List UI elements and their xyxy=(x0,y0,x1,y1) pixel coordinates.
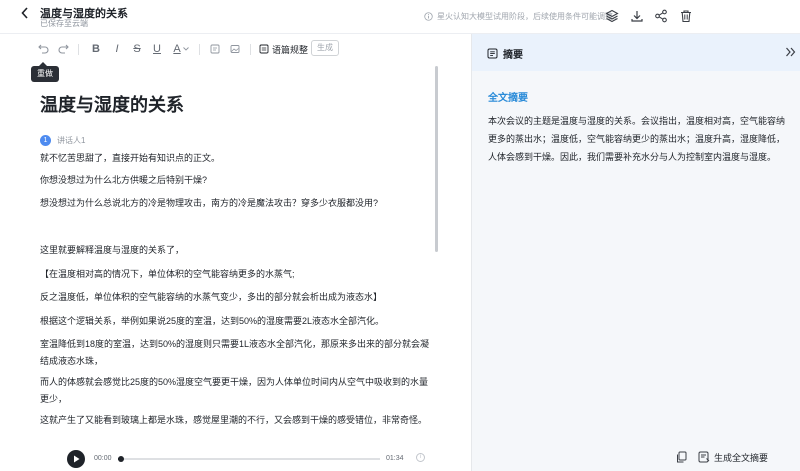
image-button[interactable] xyxy=(227,41,243,57)
transcript-paragraph: 就不忆苦思甜了，直接开始有知识点的正文。 xyxy=(40,153,221,163)
comment-icon xyxy=(210,44,220,54)
generate-summary-label: 生成全文摘要 xyxy=(714,452,769,463)
summary-panel-header: 摘要 xyxy=(472,34,800,71)
editor-scrollbar[interactable] xyxy=(435,66,438,441)
share-button[interactable] xyxy=(653,8,669,24)
redo-button[interactable] xyxy=(55,41,71,57)
info-icon[interactable]: i xyxy=(416,453,425,462)
trial-notice-text: 星火认知大模型试用阶段，后续使用条件可能调整。 xyxy=(437,12,621,21)
save-status: 已保存至云端 xyxy=(40,19,88,28)
editor-scrollbar-thumb[interactable] xyxy=(435,66,438,252)
layers-icon xyxy=(605,9,619,23)
strikethrough-icon: S xyxy=(133,43,141,55)
transcript-paragraph: 想没想过为什么总说北方的冷是物理攻击，南方的冷是魔法攻击？穿多少衣服都没用? xyxy=(40,198,379,208)
transcript-paragraph: 根据这个逻辑关系，举例如果说25度的室温，达到50%的湿度需要2L液态水全部汽化… xyxy=(40,316,385,326)
transcript-editor[interactable]: 温度与湿度的关系 1 讲话人1 就不忆苦思甜了，直接开始有知识点的正文。 你想没… xyxy=(0,64,471,441)
download-button[interactable] xyxy=(629,8,645,24)
trash-icon xyxy=(681,10,691,23)
app-header: 温度与湿度的关系 已保存至云端 星火认知大模型试用阶段，后续使用条件可能调整。 xyxy=(0,0,800,34)
discourse-format-label: 语篇规整 xyxy=(272,44,309,55)
current-time: 00:00 xyxy=(94,455,112,462)
copy-summary-button[interactable] xyxy=(674,450,688,464)
italic-button[interactable]: I xyxy=(109,41,125,57)
speaker-name: 讲话人1 xyxy=(57,136,86,145)
play-button[interactable] xyxy=(67,450,85,468)
info-icon xyxy=(424,12,433,21)
redo-icon xyxy=(58,44,69,54)
image-icon xyxy=(230,45,240,53)
bold-icon: B xyxy=(92,43,100,55)
generate-summary-button[interactable]: 生成全文摘要 xyxy=(698,447,768,467)
summary-section-title: 全文摘要 xyxy=(488,93,528,104)
toolbar-divider xyxy=(78,44,79,55)
format-icon xyxy=(259,44,269,54)
transcript-paragraph: 你想没想过为什么北方供暖之后特别干燥? xyxy=(40,175,208,185)
copy-icon xyxy=(676,451,686,463)
share-icon xyxy=(655,9,667,23)
trial-notice: 星火认知大模型试用阶段，后续使用条件可能调整。 xyxy=(424,11,621,22)
summary-panel: 摘要 全文摘要 本次会议的主题是温度与湿度的关系。会议指出，温度相对高，空气能容… xyxy=(471,34,800,471)
collapse-icon xyxy=(785,47,795,57)
bold-button[interactable]: B xyxy=(88,41,104,57)
underline-icon: U xyxy=(153,43,161,55)
playback-progress-knob[interactable] xyxy=(118,456,124,462)
back-icon xyxy=(21,7,28,19)
layers-button[interactable] xyxy=(604,8,620,24)
font-color-button[interactable]: A xyxy=(170,41,192,57)
generate-button[interactable]: 生成 xyxy=(311,40,339,56)
transcript-paragraph: 【在温度相对高的情况下，单位体积的空气能容纳更多的水蒸气; xyxy=(40,269,295,279)
summary-text: 本次会议的主题是温度与湿度的关系。会议指出，温度相对高，空气能容纳更多的蒸出水；… xyxy=(488,116,786,162)
summary-panel-title-text: 摘要 xyxy=(503,50,523,61)
audio-player: 00:00 01:34 i xyxy=(0,444,471,471)
transcript-heading: 温度与湿度的关系 xyxy=(40,95,184,115)
total-time: 01:34 xyxy=(386,455,404,462)
playback-progress-bar[interactable] xyxy=(118,456,380,462)
font-color-icon: A xyxy=(173,43,181,55)
speaker-number-badge: 1 xyxy=(40,135,51,146)
summary-icon xyxy=(487,48,498,59)
delete-button[interactable] xyxy=(678,8,694,24)
download-icon xyxy=(631,11,643,22)
speaker-tag[interactable]: 1 讲话人1 xyxy=(40,135,85,146)
generate-icon xyxy=(698,451,710,463)
undo-icon xyxy=(37,44,48,54)
toolbar-divider xyxy=(250,44,251,55)
discourse-format-button[interactable]: 语篇规整 xyxy=(259,42,308,56)
transcript-paragraph: 室温降低到18度的室温，达到50%的湿度则只需要1L液态水全部汽化，那原来多出来… xyxy=(40,339,430,366)
comment-button[interactable] xyxy=(207,41,223,57)
toolbar-divider xyxy=(199,44,200,55)
transcript-paragraph: 而人的体感就会感觉比25度的50%湿度空气要更干燥，因为人体单位时间内从空气中吸… xyxy=(40,377,429,404)
play-icon xyxy=(73,455,79,463)
transcript-paragraph: 这里就要解释温度与湿度的关系了， xyxy=(40,245,185,255)
transcript-paragraph: 这就产生了又能看到玻璃上都是水珠，感觉屋里潮的不行，又会感到干燥的感受错位，非常… xyxy=(40,415,428,425)
strikethrough-button[interactable]: S xyxy=(129,41,145,57)
chevron-down-icon xyxy=(182,47,189,51)
transcript-paragraph: 反之温度低，单位体积的空气能容纳的水蒸气变少，多出的部分就会析出成为液态水】 xyxy=(40,292,383,302)
summary-panel-title: 摘要 xyxy=(487,46,523,61)
undo-button[interactable] xyxy=(35,41,51,57)
collapse-panel-button[interactable] xyxy=(784,46,796,58)
italic-icon: I xyxy=(115,43,119,55)
underline-button[interactable]: U xyxy=(149,41,165,57)
back-button[interactable] xyxy=(18,6,32,20)
editor-toolbar: B I S U A xyxy=(0,35,471,63)
